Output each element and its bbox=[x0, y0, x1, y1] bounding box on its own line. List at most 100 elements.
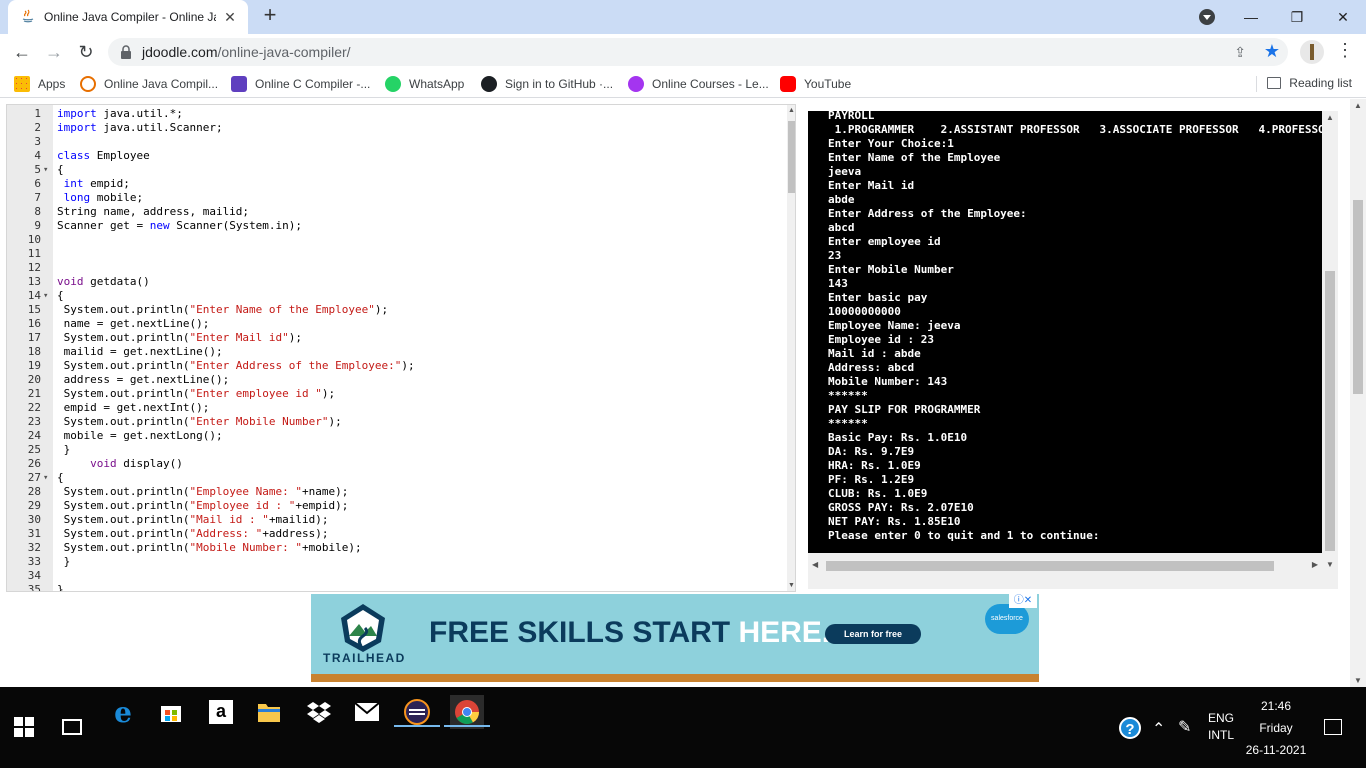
ad-brand: TRAILHEAD bbox=[323, 651, 406, 665]
code-line[interactable]: 22 empid = get.nextInt(); bbox=[7, 401, 787, 415]
bookmark-c-compiler[interactable]: Online C Compiler -... bbox=[231, 76, 370, 92]
console-vscroll-thumb[interactable] bbox=[1325, 271, 1335, 551]
code-line[interactable]: 7 long mobile; bbox=[7, 191, 787, 205]
help-icon[interactable]: ? bbox=[1119, 717, 1141, 739]
code-line[interactable]: 1 import java.util.*; bbox=[7, 107, 787, 121]
scroll-left-icon[interactable]: ◀ bbox=[812, 560, 818, 569]
reload-icon[interactable]: ↻ bbox=[74, 40, 98, 64]
fold-chevron-icon[interactable]: ▾ bbox=[43, 471, 53, 485]
forward-arrow-icon[interactable]: → bbox=[42, 40, 66, 64]
page-scroll-thumb[interactable] bbox=[1353, 200, 1363, 394]
editor-scroll-thumb[interactable] bbox=[788, 121, 795, 193]
back-arrow-icon[interactable]: ← bbox=[10, 40, 34, 64]
scroll-right-icon[interactable]: ▶ bbox=[1312, 560, 1318, 569]
dropbox-icon[interactable] bbox=[302, 695, 336, 729]
scroll-up-icon[interactable]: ▲ bbox=[788, 107, 795, 114]
trailhead-ad-banner[interactable]: TRAILHEAD FREE SKILLS START HERE. Learn … bbox=[311, 594, 1039, 682]
code-line[interactable]: 26 void display() bbox=[7, 457, 787, 471]
mail-icon[interactable] bbox=[350, 695, 384, 729]
code-line[interactable]: 10 bbox=[7, 233, 787, 247]
bookmark-udemy[interactable]: Online Courses - Le... bbox=[628, 76, 769, 92]
tab-close-icon[interactable]: ✕ bbox=[222, 9, 238, 26]
scroll-down-icon[interactable]: ▼ bbox=[1326, 560, 1334, 569]
code-line[interactable]: 15 System.out.println("Enter Name of the… bbox=[7, 303, 787, 317]
fold-chevron-icon[interactable]: ▾ bbox=[43, 163, 53, 177]
code-line[interactable]: 2 import java.util.Scanner; bbox=[7, 121, 787, 135]
scroll-down-icon[interactable]: ▼ bbox=[1354, 676, 1362, 685]
code-line[interactable]: 30 System.out.println("Mail id : "+maili… bbox=[7, 513, 787, 527]
editor-scrollbar[interactable]: ▲ ▼ bbox=[787, 105, 795, 591]
chrome-icon[interactable] bbox=[450, 695, 484, 729]
code-line[interactable]: 11 bbox=[7, 247, 787, 261]
file-explorer-icon[interactable] bbox=[252, 695, 286, 729]
tab-search-icon[interactable] bbox=[1199, 9, 1215, 25]
code-line[interactable]: 25 } bbox=[7, 443, 787, 457]
task-view-icon[interactable] bbox=[62, 719, 82, 735]
code-line[interactable]: 29 System.out.println("Employee id : "+e… bbox=[7, 499, 787, 513]
profile-avatar[interactable] bbox=[1300, 40, 1324, 64]
scroll-up-icon[interactable]: ▲ bbox=[1326, 113, 1334, 122]
browser-tab-active[interactable]: Online Java Compiler - Online Ja ✕ bbox=[8, 0, 248, 34]
close-window-icon[interactable]: ✕ bbox=[1320, 0, 1366, 34]
code-line[interactable]: 9 Scanner get = new Scanner(System.in); bbox=[7, 219, 787, 233]
code-line[interactable]: 32 System.out.println("Mobile Number: "+… bbox=[7, 541, 787, 555]
clock[interactable]: 21:46 Friday 26-11-2021 bbox=[1240, 699, 1312, 757]
bookmark-apps[interactable]: Apps bbox=[14, 76, 65, 92]
code-line[interactable]: 23 System.out.println("Enter Mobile Numb… bbox=[7, 415, 787, 429]
console-horizontal-scrollbar[interactable]: ◀ ▶ bbox=[808, 557, 1322, 573]
code-line[interactable]: 31 System.out.println("Address: "+addres… bbox=[7, 527, 787, 541]
bookmark-github[interactable]: Sign in to GitHub ·... bbox=[481, 76, 613, 92]
output-console[interactable]: PAYROLL 1.PROGRAMMER 2.ASSISTANT PROFESS… bbox=[808, 111, 1322, 553]
code-editor[interactable]: 1 import java.util.*; 2 import java.util.Sc… bbox=[6, 104, 796, 592]
code-line[interactable]: 14 ▾ { bbox=[7, 289, 787, 303]
scroll-down-icon[interactable]: ▼ bbox=[788, 582, 795, 589]
bookmark-whatsapp[interactable]: WhatsApp bbox=[385, 76, 464, 92]
minimize-icon[interactable]: — bbox=[1228, 0, 1274, 34]
console-output-line: Enter Name of the Employee bbox=[828, 151, 1001, 164]
code-line[interactable]: 24 mobile = get.nextLong(); bbox=[7, 429, 787, 443]
scroll-up-icon[interactable]: ▲ bbox=[1354, 101, 1362, 110]
code-line[interactable]: 16 name = get.nextLine(); bbox=[7, 317, 787, 331]
code-line[interactable]: 17 System.out.println("Enter Mail id"); bbox=[7, 331, 787, 345]
code-line[interactable]: 35} bbox=[7, 583, 787, 591]
bookmark-youtube[interactable]: YouTube bbox=[780, 76, 851, 92]
reading-list-button[interactable]: Reading list bbox=[1267, 76, 1352, 90]
edge-icon[interactable]: e bbox=[106, 695, 140, 729]
notification-icon[interactable] bbox=[1324, 719, 1342, 735]
windows-start-icon[interactable] bbox=[14, 717, 34, 737]
fold-chevron-icon[interactable]: ▾ bbox=[43, 289, 53, 303]
kebab-menu-icon[interactable]: ⋮ bbox=[1336, 40, 1354, 61]
code-line[interactable]: 27 ▾ { bbox=[7, 471, 787, 485]
ad-learn-button[interactable]: Learn for free bbox=[825, 624, 921, 644]
code-line[interactable]: 20 address = get.nextLine(); bbox=[7, 373, 787, 387]
store-icon[interactable] bbox=[154, 695, 188, 729]
code-line[interactable]: 34 bbox=[7, 569, 787, 583]
page-scrollbar[interactable]: ▲ ▼ bbox=[1350, 99, 1366, 687]
code-line[interactable]: 21 System.out.println("Enter employee id… bbox=[7, 387, 787, 401]
code-line[interactable]: 33 } bbox=[7, 555, 787, 569]
bookmark-java-compiler[interactable]: Online Java Compil... bbox=[80, 76, 218, 92]
code-line[interactable]: 19 System.out.println("Enter Address of … bbox=[7, 359, 787, 373]
eclipse-icon[interactable] bbox=[400, 695, 434, 729]
bookmark-star-icon[interactable]: ★ bbox=[1264, 41, 1280, 62]
console-vertical-scrollbar[interactable]: ▲ ▼ bbox=[1322, 111, 1338, 571]
code-line[interactable]: 18 mailid = get.nextLine(); bbox=[7, 345, 787, 359]
amazon-icon[interactable]: a bbox=[204, 695, 238, 729]
code-line[interactable]: 28 System.out.println("Employee Name: "+… bbox=[7, 485, 787, 499]
console-hscroll-thumb[interactable] bbox=[826, 561, 1274, 571]
share-icon[interactable]: ⇪ bbox=[1234, 44, 1246, 61]
code-line[interactable]: 5 ▾ { bbox=[7, 163, 787, 177]
code-line[interactable]: 4 class Employee bbox=[7, 149, 787, 163]
chevron-up-icon[interactable]: ⌃ bbox=[1152, 719, 1165, 739]
language-indicator[interactable]: ENG INTL bbox=[1204, 711, 1238, 742]
code-line[interactable]: 12 bbox=[7, 261, 787, 275]
ad-choices-icon[interactable]: ⓘ✕ bbox=[1009, 594, 1037, 608]
address-bar[interactable]: jdoodle.com/online-java-compiler/ ⇪ ★ bbox=[108, 38, 1288, 66]
code-line[interactable]: 3 bbox=[7, 135, 787, 149]
pen-icon[interactable]: ✎ bbox=[1178, 717, 1191, 737]
code-line[interactable]: 13 void getdata() bbox=[7, 275, 787, 289]
code-line[interactable]: 6 int empid; bbox=[7, 177, 787, 191]
code-line[interactable]: 8 String name, address, mailid; bbox=[7, 205, 787, 219]
restore-icon[interactable]: ❐ bbox=[1274, 0, 1320, 34]
new-tab-button[interactable]: + bbox=[258, 4, 282, 28]
